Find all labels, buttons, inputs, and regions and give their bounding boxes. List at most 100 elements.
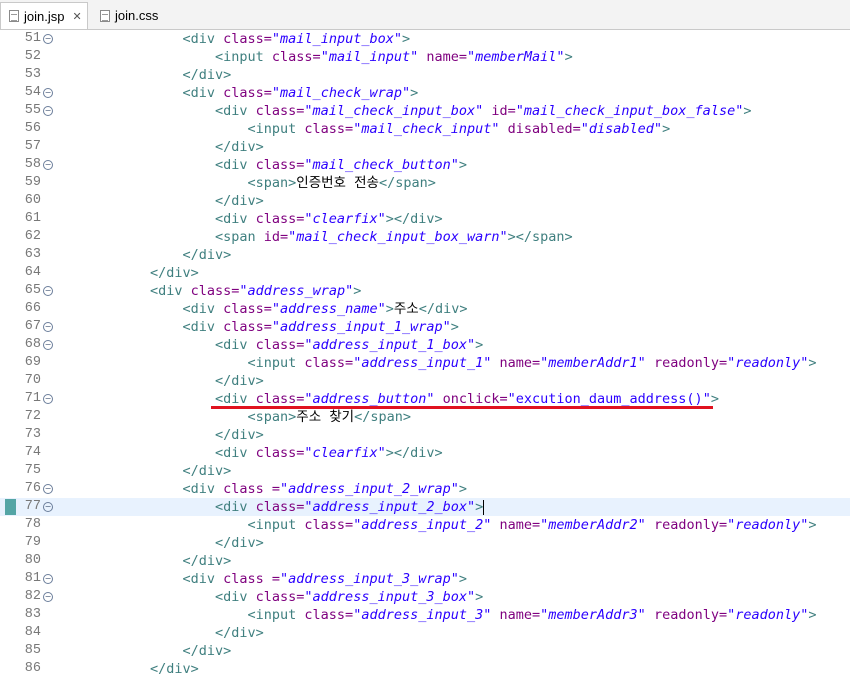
code-token: class= <box>247 337 305 353</box>
code-line[interactable]: 81− <div class ="address_input_3_wrap"> <box>0 570 850 588</box>
line-number: 76 <box>24 481 41 496</box>
code-token: "memberAddr2" <box>540 517 646 533</box>
fold-toggle-icon[interactable]: − <box>43 88 53 98</box>
code-line[interactable]: 62 <span id="mail_check_input_box_warn"><… <box>0 228 850 246</box>
code-token: <div <box>215 103 248 119</box>
code-line[interactable]: 70 </div> <box>0 372 850 390</box>
code-line[interactable]: 59 <span>인증번호 전송</span> <box>0 174 850 192</box>
code-line[interactable]: 69 <input class="address_input_1" name="m… <box>0 354 850 372</box>
code-text: <div class="address_input_3_box"> <box>215 588 483 606</box>
code-token: class= <box>215 301 272 317</box>
code-line[interactable]: 76− <div class ="address_input_2_wrap"> <box>0 480 850 498</box>
code-line[interactable]: 66 <div class="address_name">주소</div> <box>0 300 850 318</box>
fold-toggle-icon[interactable]: − <box>43 502 53 512</box>
fold-toggle-icon[interactable]: − <box>43 160 53 170</box>
code-token: <div <box>215 337 248 353</box>
code-token: class= <box>215 85 272 101</box>
code-line[interactable]: 85 </div> <box>0 642 850 660</box>
editor-tab-bar: join.jsp ✕ join.css <box>0 0 850 30</box>
code-text: <div class="mail_check_button"> <box>215 156 467 174</box>
code-text: </div> <box>183 552 232 570</box>
code-token: "mail_check_input_box" <box>304 103 484 119</box>
code-line[interactable]: 55− <div class="mail_check_input_box" id=… <box>0 102 850 120</box>
code-editor[interactable]: 51− <div class="mail_input_box"> 52 <input … <box>0 30 850 677</box>
line-number: 78 <box>24 517 41 532</box>
code-token: > <box>808 355 817 371</box>
code-line[interactable]: 67− <div class="address_input_1_wrap"> <box>0 318 850 336</box>
line-number: 56 <box>24 121 41 136</box>
line-number: 58 <box>24 157 41 172</box>
code-line[interactable]: 51− <div class="mail_input_box"> <box>0 30 850 48</box>
code-token: </div> <box>182 463 232 479</box>
code-line[interactable]: 64 </div> <box>0 264 850 282</box>
fold-toggle-icon[interactable]: − <box>43 484 53 494</box>
code-line[interactable]: 80 </div> <box>0 552 850 570</box>
fold-toggle-icon[interactable]: − <box>43 574 53 584</box>
code-token: "readonly" <box>727 517 809 533</box>
code-token: readonly= <box>645 517 728 533</box>
code-line[interactable]: 56 <input class="mail_check_input" disabl… <box>0 120 850 138</box>
line-number: 86 <box>24 661 41 676</box>
code-line[interactable]: 57 </div> <box>0 138 850 156</box>
code-line[interactable]: 73 </div> <box>0 426 850 444</box>
code-line[interactable]: 60 </div> <box>0 192 850 210</box>
code-line[interactable]: 52 <input class="mail_input" name="member… <box>0 48 850 66</box>
code-line[interactable]: 77− <div class="address_input_2_box"> <box>0 498 850 516</box>
code-line[interactable]: 58− <div class="mail_check_button"> <box>0 156 850 174</box>
line-number: 52 <box>24 49 41 64</box>
line-number: 63 <box>24 247 41 262</box>
code-text: <input class="address_input_2" name="mem… <box>248 516 817 534</box>
code-line[interactable]: 86 </div> <box>0 660 850 678</box>
code-text: <input class="address_input_1" name="mem… <box>248 354 817 372</box>
code-token: "address_wrap" <box>239 283 354 299</box>
fold-toggle-icon[interactable]: − <box>43 592 53 602</box>
code-token: class= <box>247 445 305 461</box>
code-token: </div> <box>182 247 232 263</box>
code-token: > <box>475 337 484 353</box>
code-token: class = <box>215 571 281 587</box>
code-text: <div class="address_input_2_box"> <box>215 498 485 516</box>
code-line[interactable]: 68− <div class="address_input_1_box"> <box>0 336 850 354</box>
fold-toggle-icon[interactable]: − <box>43 322 53 332</box>
code-text: <div class="mail_check_input_box" id="ma… <box>215 102 751 120</box>
code-token: <div <box>182 571 216 587</box>
fold-toggle-icon[interactable]: − <box>43 34 53 44</box>
fold-toggle-icon[interactable]: − <box>43 394 53 404</box>
code-text: <div class="address_name">주소</div> <box>183 300 468 318</box>
code-token: > <box>401 31 411 47</box>
code-token: > <box>808 607 817 623</box>
code-line[interactable]: 63 </div> <box>0 246 850 264</box>
code-line[interactable]: 53 </div> <box>0 66 850 84</box>
code-token: "address_input_3_wrap" <box>280 571 459 587</box>
fold-toggle-icon[interactable]: − <box>43 106 53 116</box>
code-token: id= <box>255 229 289 245</box>
code-line[interactable]: 74 <div class="clearfix"></div> <box>0 444 850 462</box>
code-token: <span> <box>247 175 297 191</box>
code-line[interactable]: 78 <input class="address_input_2" name="m… <box>0 516 850 534</box>
code-line[interactable]: 82− <div class="address_input_3_box"> <box>0 588 850 606</box>
tab-join-css[interactable]: join.css <box>92 2 164 29</box>
code-token: "clearfix" <box>304 211 386 227</box>
code-token: <div <box>182 319 216 335</box>
close-icon[interactable]: ✕ <box>72 10 81 23</box>
code-line[interactable]: 75 </div> <box>0 462 850 480</box>
code-line[interactable]: 84 </div> <box>0 624 850 642</box>
code-line[interactable]: 83 <input class="address_input_3" name="m… <box>0 606 850 624</box>
code-token: class= <box>247 589 305 605</box>
tab-join-jsp[interactable]: join.jsp ✕ <box>0 2 88 29</box>
code-token: <div <box>215 589 248 605</box>
text-caret <box>483 499 485 515</box>
code-line[interactable]: 54− <div class="mail_check_wrap"> <box>0 84 850 102</box>
line-number: 53 <box>24 67 41 82</box>
code-token: "address_input_2_box" <box>304 499 476 515</box>
code-line[interactable]: 61 <div class="clearfix"></div> <box>0 210 850 228</box>
code-line[interactable]: 65− <div class="address_wrap"> <box>0 282 850 300</box>
fold-toggle-icon[interactable]: − <box>43 340 53 350</box>
code-line[interactable]: 72 <span>주소 찾기</span> <box>0 408 850 426</box>
code-token: "mail_input_box" <box>271 31 402 47</box>
code-token: ></div> <box>385 211 443 227</box>
code-line[interactable]: 79 </div> <box>0 534 850 552</box>
fold-toggle-icon[interactable]: − <box>43 286 53 296</box>
code-text: </div> <box>183 642 232 660</box>
code-token: <input <box>247 517 297 533</box>
